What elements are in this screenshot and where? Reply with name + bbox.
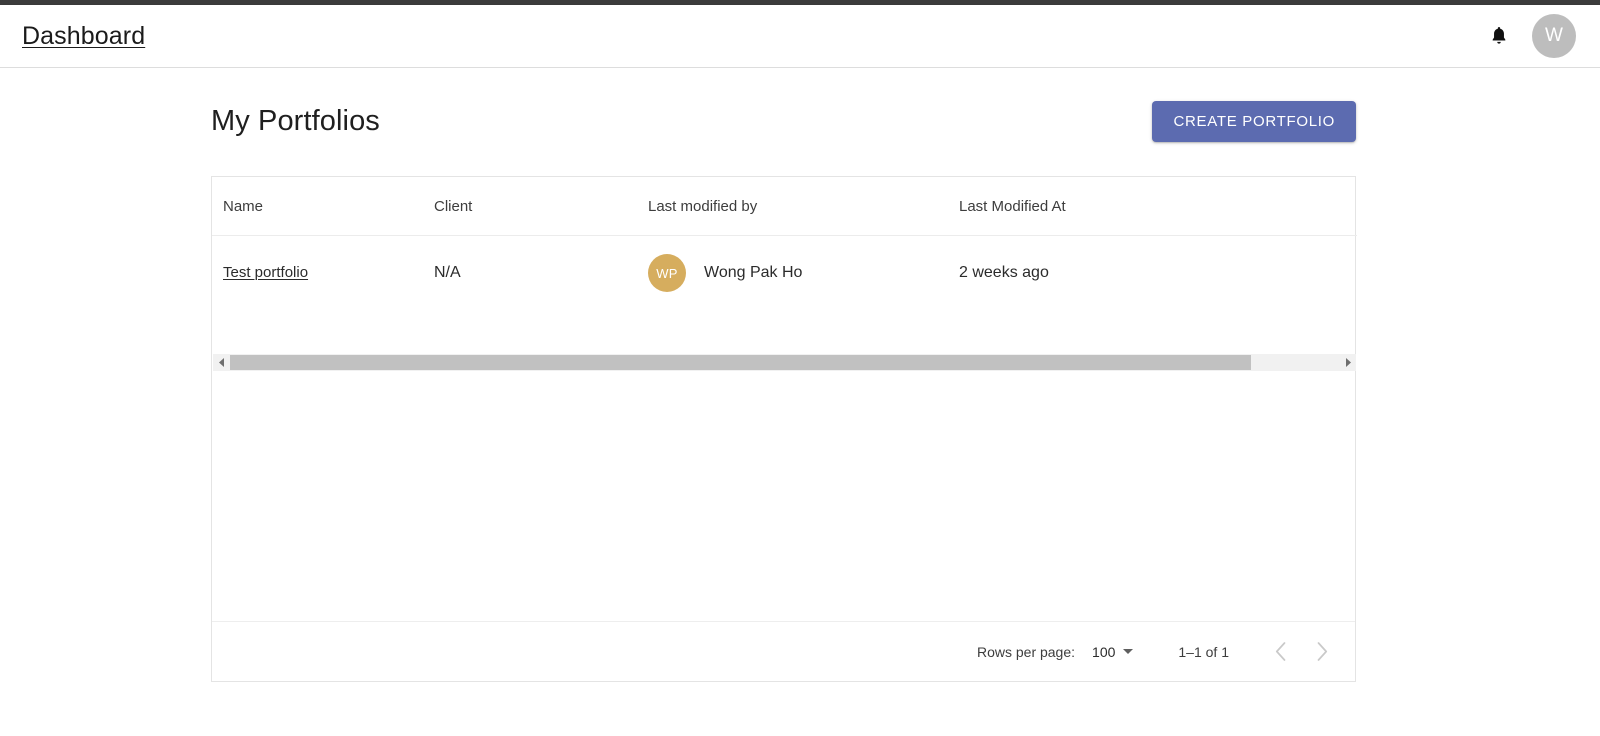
column-header-last-modified-by[interactable]: Last modified by bbox=[648, 177, 959, 236]
table-pagination-footer: Rows per page: 100 1–1 of 1 bbox=[212, 621, 1355, 681]
user-avatar[interactable]: W bbox=[1532, 14, 1576, 58]
cell-name: Test portfolio bbox=[212, 236, 434, 311]
column-header-name[interactable]: Name bbox=[212, 177, 434, 236]
scroll-right-arrow-icon[interactable] bbox=[1339, 354, 1356, 371]
app-header: Dashboard W bbox=[0, 5, 1600, 68]
rows-per-page-value: 100 bbox=[1092, 643, 1116, 660]
header-actions: W bbox=[1488, 14, 1576, 58]
scrollbar-thumb[interactable] bbox=[230, 355, 1251, 370]
cell-client: N/A bbox=[434, 264, 461, 281]
user-chip: WP Wong Pak Ho bbox=[648, 254, 959, 292]
table-row[interactable]: Test portfolio N/A WP Wong Pak Ho 2 week… bbox=[212, 236, 1357, 311]
modified-by-avatar: WP bbox=[648, 254, 686, 292]
pagination-range-label: 1–1 of 1 bbox=[1178, 643, 1229, 660]
portfolio-name-link[interactable]: Test portfolio bbox=[223, 264, 308, 281]
rows-per-page-select[interactable]: 100 bbox=[1092, 643, 1134, 660]
table-header-row: Name Client Last modified by Last Modifi… bbox=[212, 177, 1357, 236]
scroll-left-arrow-icon[interactable] bbox=[213, 354, 230, 371]
cell-last-modified-at: 2 weeks ago bbox=[959, 264, 1049, 281]
chevron-down-icon bbox=[1123, 649, 1134, 654]
modified-by-avatar-initials: WP bbox=[656, 265, 678, 281]
bell-icon[interactable] bbox=[1488, 24, 1510, 48]
next-page-button[interactable] bbox=[1301, 631, 1343, 673]
cell-last-modified-by: WP Wong Pak Ho bbox=[648, 236, 959, 311]
previous-page-button[interactable] bbox=[1259, 631, 1301, 673]
create-portfolio-button[interactable]: CREATE PORTFOLIO bbox=[1152, 100, 1356, 142]
portfolios-table-card: Name Client Last modified by Last Modifi… bbox=[211, 176, 1357, 682]
page-title-row: My Portfolios CREATE PORTFOLIO bbox=[211, 98, 1356, 144]
column-header-client[interactable]: Client bbox=[434, 177, 648, 236]
portfolios-table: Name Client Last modified by Last Modifi… bbox=[212, 177, 1357, 310]
column-header-last-modified-at[interactable]: Last Modified At bbox=[959, 177, 1357, 236]
horizontal-scrollbar[interactable] bbox=[213, 354, 1356, 371]
scrollbar-track[interactable] bbox=[230, 354, 1339, 371]
table-head: Name Client Last modified by Last Modifi… bbox=[212, 177, 1357, 236]
page-title: My Portfolios bbox=[211, 104, 380, 137]
chevron-left-icon bbox=[1275, 642, 1286, 661]
modified-by-name: Wong Pak Ho bbox=[704, 264, 803, 281]
table-body: Test portfolio N/A WP Wong Pak Ho 2 week… bbox=[212, 236, 1357, 311]
rows-per-page-label: Rows per page: bbox=[976, 643, 1076, 660]
app-page: Dashboard W My Portfolios CREATE PORTFOL… bbox=[0, 0, 1600, 736]
main-content: My Portfolios CREATE PORTFOLIO Name Clie… bbox=[0, 68, 1600, 736]
dashboard-link[interactable]: Dashboard bbox=[22, 22, 145, 51]
avatar-initial: W bbox=[1545, 25, 1563, 46]
chevron-right-icon bbox=[1317, 642, 1328, 661]
